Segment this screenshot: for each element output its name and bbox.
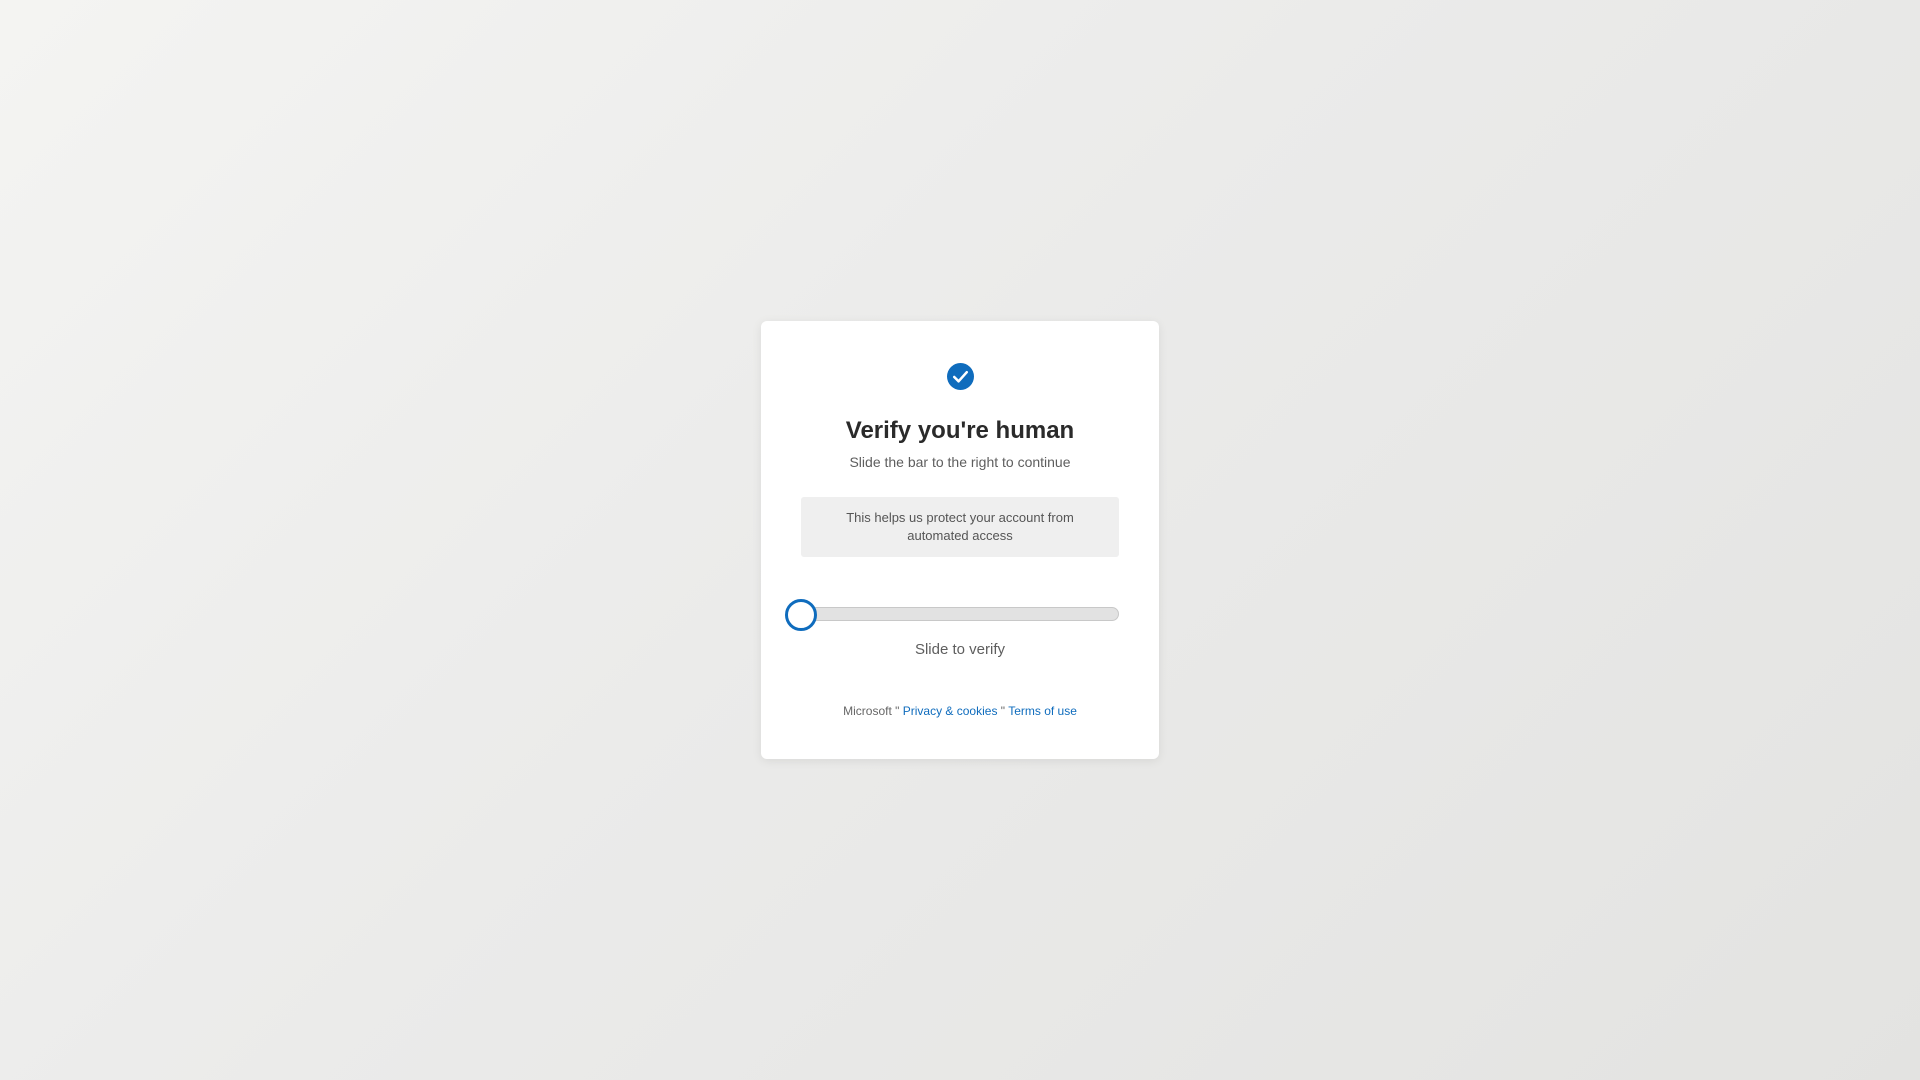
slider-track[interactable] (801, 607, 1119, 621)
slide-label: Slide to verify (914, 641, 1006, 658)
page-title: Verify you're human (845, 417, 1075, 444)
footer-brand: Microsoft (843, 704, 892, 718)
slider-thumb[interactable] (785, 599, 817, 631)
subtitle: Slide the bar to the right to continue (849, 454, 1071, 470)
info-text: This helps us protect your account from … (846, 510, 1074, 543)
privacy-link[interactable]: Privacy & cookies (903, 704, 998, 718)
terms-link[interactable]: Terms of use (1008, 704, 1077, 718)
footer: Microsoft " Privacy & cookies " Terms of… (761, 703, 1159, 719)
checkmark-circle-icon (947, 363, 974, 390)
info-box: This helps us protect your account from … (801, 497, 1119, 557)
verification-card: Verify you're human Slide the bar to the… (761, 321, 1159, 759)
footer-separator: " (895, 704, 900, 718)
footer-separator: " (1000, 704, 1006, 718)
